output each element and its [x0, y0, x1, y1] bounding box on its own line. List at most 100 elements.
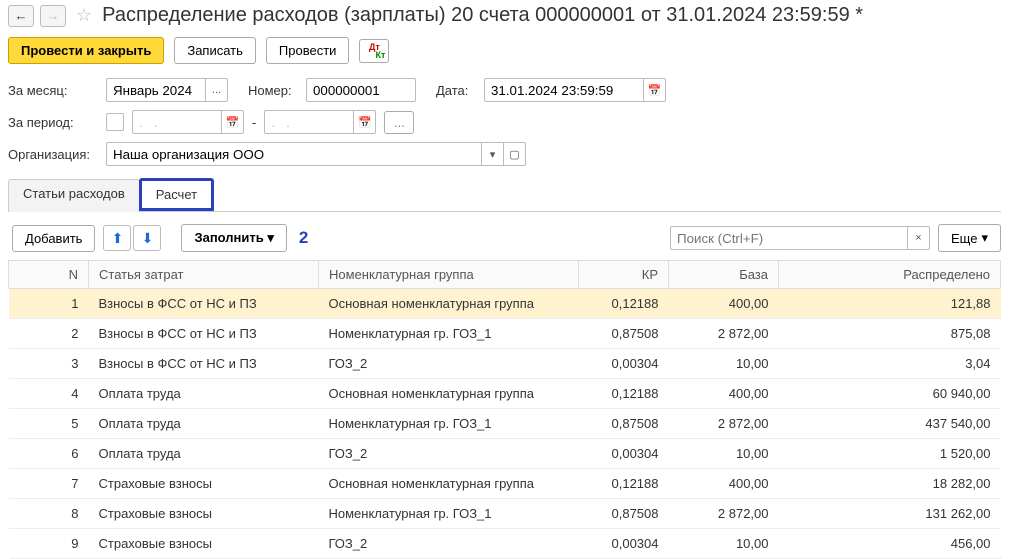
org-dropdown-button[interactable]: ▾ [482, 142, 504, 166]
cell-base: 400,00 [669, 379, 779, 409]
month-picker-button[interactable]: ... [206, 78, 228, 102]
search-input[interactable] [670, 226, 908, 250]
nav-back-button[interactable]: ← [8, 5, 34, 27]
cell-group: Номенклатурная гр. ГОЗ_1 [319, 319, 579, 349]
search-clear-button[interactable]: × [908, 226, 930, 250]
table-row[interactable]: 4Оплата трудаОсновная номенклатурная гру… [9, 379, 1001, 409]
table-row[interactable]: 7Страховые взносыОсновная номенклатурная… [9, 469, 1001, 499]
cell-n: 7 [9, 469, 89, 499]
cell-kr: 0,12188 [579, 469, 669, 499]
cell-item: Страховые взносы [89, 499, 319, 529]
table-row[interactable]: 2Взносы в ФСС от НС и ПЗНоменклатурная г… [9, 319, 1001, 349]
cell-item: Страховые взносы [89, 529, 319, 559]
cell-group: ГОЗ_2 [319, 529, 579, 559]
post-and-close-button[interactable]: Провести и закрыть [8, 37, 164, 64]
cell-group: Основная номенклатурная группа [319, 289, 579, 319]
cell-item: Взносы в ФСС от НС и ПЗ [89, 289, 319, 319]
page-title: Распределение расходов (зарплаты) 20 сче… [102, 4, 863, 27]
period-to-calendar-button[interactable]: 📅 [354, 110, 376, 134]
cell-item: Оплата труда [89, 409, 319, 439]
arrow-up-icon: ⬆ [112, 230, 124, 247]
number-input[interactable] [306, 78, 416, 102]
more-button[interactable]: Еще ▾ [938, 224, 1001, 252]
cell-dist: 1 520,00 [779, 439, 1001, 469]
table-row[interactable]: 5Оплата трудаНоменклатурная гр. ГОЗ_10,8… [9, 409, 1001, 439]
chevron-down-icon: ▾ [981, 230, 988, 246]
cell-n: 6 [9, 439, 89, 469]
cell-dist: 875,08 [779, 319, 1001, 349]
cell-base: 10,00 [669, 349, 779, 379]
add-button[interactable]: Добавить [12, 225, 95, 252]
period-from-input[interactable] [132, 110, 222, 134]
fill-button[interactable]: Заполнить ▾ [181, 224, 286, 252]
org-input[interactable] [106, 142, 482, 166]
post-button[interactable]: Провести [266, 37, 350, 64]
col-kr[interactable]: КР [579, 261, 669, 289]
cell-group: Номенклатурная гр. ГОЗ_1 [319, 499, 579, 529]
cell-n: 9 [9, 529, 89, 559]
cell-kr: 0,87508 [579, 409, 669, 439]
period-label: За период: [8, 115, 98, 130]
chevron-down-icon: ▾ [267, 230, 274, 245]
cell-item: Взносы в ФСС от НС и ПЗ [89, 349, 319, 379]
tab-expense-items[interactable]: Статьи расходов [8, 179, 140, 212]
cell-base: 2 872,00 [669, 499, 779, 529]
cell-n: 5 [9, 409, 89, 439]
write-button[interactable]: Записать [174, 37, 256, 64]
month-label: За месяц: [8, 83, 98, 98]
col-base[interactable]: База [669, 261, 779, 289]
table-row[interactable]: 1Взносы в ФСС от НС и ПЗОсновная номенкл… [9, 289, 1001, 319]
cell-group: ГОЗ_2 [319, 349, 579, 379]
cell-base: 2 872,00 [669, 319, 779, 349]
nav-forward-button[interactable]: → [40, 5, 66, 27]
col-n[interactable]: N [9, 261, 89, 289]
cell-n: 4 [9, 379, 89, 409]
cell-kr: 0,00304 [579, 529, 669, 559]
table-row[interactable]: 8Страховые взносыНоменклатурная гр. ГОЗ_… [9, 499, 1001, 529]
cell-n: 3 [9, 349, 89, 379]
cell-kr: 0,87508 [579, 499, 669, 529]
dtkt-button[interactable]: ДтКт [359, 39, 389, 63]
org-label: Организация: [8, 147, 98, 162]
date-label: Дата: [436, 83, 476, 98]
calculation-table: N Статья затрат Номенклатурная группа КР… [8, 260, 1001, 559]
cell-dist: 456,00 [779, 529, 1001, 559]
month-input[interactable] [106, 78, 206, 102]
date-calendar-button[interactable]: 📅 [644, 78, 666, 102]
tab-calculation[interactable]: Расчет [139, 178, 214, 211]
col-item[interactable]: Статья затрат [89, 261, 319, 289]
favorite-star-icon[interactable]: ☆ [76, 5, 92, 26]
cell-group: Основная номенклатурная группа [319, 379, 579, 409]
cell-item: Оплата труда [89, 439, 319, 469]
cell-n: 8 [9, 499, 89, 529]
org-open-button[interactable]: ▢ [504, 142, 526, 166]
period-select-button[interactable]: ... [384, 111, 414, 134]
cell-item: Страховые взносы [89, 469, 319, 499]
cell-n: 2 [9, 319, 89, 349]
dtkt-icon: ДтКт [369, 43, 380, 59]
cell-base: 400,00 [669, 469, 779, 499]
move-down-button[interactable]: ⬇ [133, 225, 161, 251]
cell-dist: 3,04 [779, 349, 1001, 379]
col-dist[interactable]: Распределено [779, 261, 1001, 289]
cell-kr: 0,12188 [579, 289, 669, 319]
cell-base: 10,00 [669, 529, 779, 559]
number-label: Номер: [248, 83, 298, 98]
move-up-button[interactable]: ⬆ [103, 225, 131, 251]
cell-n: 1 [9, 289, 89, 319]
cell-group: Номенклатурная гр. ГОЗ_1 [319, 409, 579, 439]
period-from-calendar-button[interactable]: 📅 [222, 110, 244, 134]
table-row[interactable]: 9Страховые взносыГОЗ_20,0030410,00456,00 [9, 529, 1001, 559]
period-separator: - [252, 115, 256, 130]
period-checkbox[interactable] [106, 113, 124, 131]
date-input[interactable] [484, 78, 644, 102]
table-row[interactable]: 6Оплата трудаГОЗ_20,0030410,001 520,00 [9, 439, 1001, 469]
fill-button-label: Заполнить [194, 230, 263, 245]
cell-kr: 0,87508 [579, 319, 669, 349]
table-row[interactable]: 3Взносы в ФСС от НС и ПЗГОЗ_20,0030410,0… [9, 349, 1001, 379]
cell-base: 400,00 [669, 289, 779, 319]
period-to-input[interactable] [264, 110, 354, 134]
more-button-label: Еще [951, 231, 977, 246]
annotation-number: 2 [299, 228, 308, 248]
col-group[interactable]: Номенклатурная группа [319, 261, 579, 289]
